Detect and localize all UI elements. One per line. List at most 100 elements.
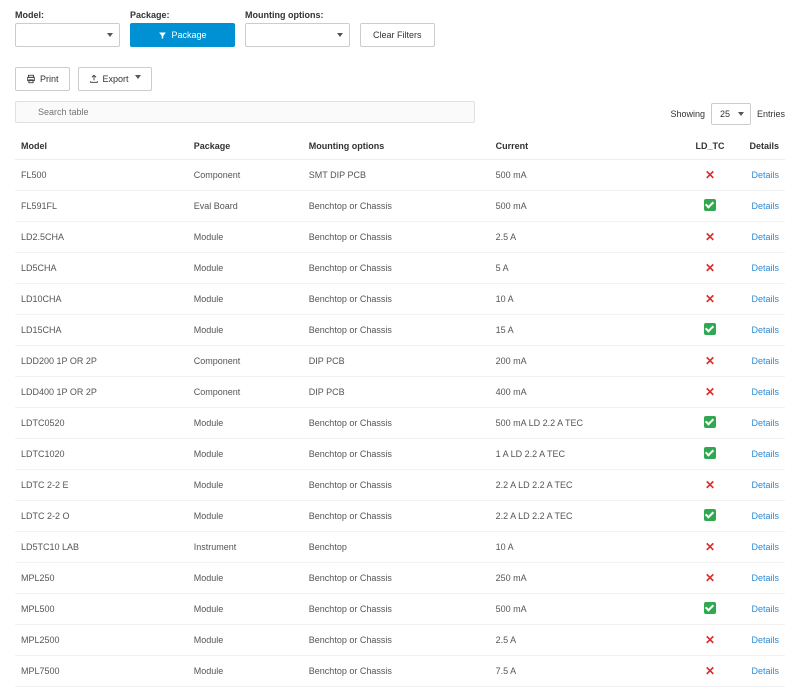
funnel-icon — [158, 31, 167, 40]
table-row: MPL500ModuleBenchtop or Chassis500 mADet… — [15, 594, 785, 625]
current-cell: 10 A — [490, 284, 685, 315]
clear-filters-button[interactable]: Clear Filters — [360, 23, 435, 47]
details-link[interactable]: Details — [751, 325, 779, 335]
page-size-value: 25 — [720, 109, 730, 119]
filter-model-group: Model: — [15, 10, 120, 47]
search-input[interactable] — [15, 101, 475, 123]
col-package[interactable]: Package — [188, 133, 303, 160]
details-cell: Details — [735, 656, 785, 687]
details-link[interactable]: Details — [751, 170, 779, 180]
details-cell: Details — [735, 594, 785, 625]
filter-mounting-group: Mounting options: — [245, 10, 350, 47]
model-cell: LDD400 1P OR 2P — [15, 377, 188, 408]
current-cell: 2.2 A LD 2.2 A TEC — [490, 470, 685, 501]
mounting-select[interactable] — [245, 23, 350, 47]
details-link[interactable]: Details — [751, 294, 779, 304]
filter-mounting-label: Mounting options: — [245, 10, 350, 20]
table-row: LDTC1020ModuleBenchtop or Chassis1 A LD … — [15, 439, 785, 470]
model-cell: LDD200 1P OR 2P — [15, 346, 188, 377]
ldtc-cell: ✕ — [685, 160, 735, 191]
details-cell: Details — [735, 160, 785, 191]
table-row: LDD200 1P OR 2PComponentDIP PCB200 mA✕De… — [15, 346, 785, 377]
ldtc-cell: ✕ — [685, 222, 735, 253]
package-cell: Module — [188, 563, 303, 594]
details-link[interactable]: Details — [751, 573, 779, 583]
mounting-cell: DIP PCB — [303, 346, 490, 377]
table-row: LDTC0520ModuleBenchtop or Chassis500 mA … — [15, 408, 785, 439]
toolbar: Print Export — [15, 67, 785, 91]
current-cell: 400 mA — [490, 377, 685, 408]
details-cell: Details — [735, 501, 785, 532]
package-cell: Module — [188, 594, 303, 625]
table-row: LD5CHAModuleBenchtop or Chassis5 A✕Detai… — [15, 253, 785, 284]
col-ldtc[interactable]: LD_TC — [685, 133, 735, 160]
mounting-cell: SMT DIP PCB — [303, 160, 490, 191]
details-link[interactable]: Details — [751, 201, 779, 211]
chevron-down-icon — [337, 33, 343, 37]
details-link[interactable]: Details — [751, 356, 779, 366]
mounting-cell: Benchtop or Chassis — [303, 284, 490, 315]
filter-model-label: Model: — [15, 10, 120, 20]
page-size-select[interactable]: 25 — [711, 103, 751, 125]
table-row: LDTC 2-2 OModuleBenchtop or Chassis2.2 A… — [15, 501, 785, 532]
model-cell: FL500 — [15, 160, 188, 191]
model-cell: MPL7500 — [15, 656, 188, 687]
table-row: FL500ComponentSMT DIP PCB500 mA✕Details — [15, 160, 785, 191]
showing-label: Showing — [670, 109, 705, 119]
details-cell: Details — [735, 284, 785, 315]
mounting-cell: Benchtop or Chassis — [303, 315, 490, 346]
details-link[interactable]: Details — [751, 263, 779, 273]
x-icon: ✕ — [705, 540, 715, 554]
col-mounting[interactable]: Mounting options — [303, 133, 490, 160]
model-cell: LD15CHA — [15, 315, 188, 346]
print-icon — [26, 74, 36, 84]
ldtc-cell: ✕ — [685, 656, 735, 687]
details-link[interactable]: Details — [751, 542, 779, 552]
check-icon — [704, 199, 716, 211]
model-cell: MPL2500 — [15, 625, 188, 656]
package-cell: Module — [188, 656, 303, 687]
details-link[interactable]: Details — [751, 232, 779, 242]
details-link[interactable]: Details — [751, 604, 779, 614]
filter-package-group: Package: Package — [130, 10, 235, 47]
details-link[interactable]: Details — [751, 480, 779, 490]
current-cell: 500 mA — [490, 594, 685, 625]
details-cell: Details — [735, 377, 785, 408]
col-current[interactable]: Current — [490, 133, 685, 160]
mounting-cell: Benchtop — [303, 532, 490, 563]
export-button[interactable]: Export — [78, 67, 152, 91]
x-icon: ✕ — [705, 168, 715, 182]
print-button[interactable]: Print — [15, 67, 70, 91]
package-cell: Component — [188, 346, 303, 377]
current-cell: 2.5 A — [490, 222, 685, 253]
current-cell: 2.2 A LD 2.2 A TEC — [490, 501, 685, 532]
chevron-down-icon — [135, 75, 141, 79]
details-link[interactable]: Details — [751, 511, 779, 521]
ldtc-cell — [685, 501, 735, 532]
details-cell: Details — [735, 563, 785, 594]
current-cell: 5 A — [490, 253, 685, 284]
details-link[interactable]: Details — [751, 666, 779, 676]
ldtc-cell: ✕ — [685, 532, 735, 563]
check-icon — [704, 323, 716, 335]
col-details[interactable]: Details — [735, 133, 785, 160]
x-icon: ✕ — [705, 633, 715, 647]
check-icon — [704, 602, 716, 614]
details-link[interactable]: Details — [751, 387, 779, 397]
package-cell: Instrument — [188, 532, 303, 563]
current-cell: 15 A — [490, 315, 685, 346]
model-cell: LD5CHA — [15, 253, 188, 284]
details-link[interactable]: Details — [751, 418, 779, 428]
table-row: LD10CHAModuleBenchtop or Chassis10 A✕Det… — [15, 284, 785, 315]
details-link[interactable]: Details — [751, 449, 779, 459]
details-link[interactable]: Details — [751, 635, 779, 645]
ldtc-cell: ✕ — [685, 470, 735, 501]
model-cell: LD5TC10 LAB — [15, 532, 188, 563]
model-select[interactable] — [15, 23, 120, 47]
current-cell: 7.5 A — [490, 656, 685, 687]
col-model[interactable]: Model — [15, 133, 188, 160]
details-cell: Details — [735, 625, 785, 656]
mounting-cell: Benchtop or Chassis — [303, 408, 490, 439]
package-filter-button[interactable]: Package — [130, 23, 235, 47]
model-cell: LDTC 2-2 E — [15, 470, 188, 501]
